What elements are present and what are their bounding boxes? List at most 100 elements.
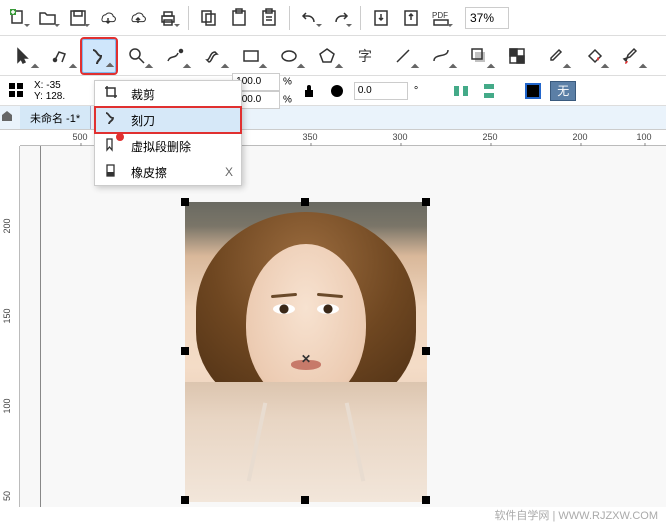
freehand-icon [165, 46, 185, 66]
cloud-down-button[interactable] [94, 4, 122, 32]
handle-bm[interactable] [301, 496, 309, 504]
new-file-icon [8, 8, 28, 28]
fill-tool[interactable] [576, 39, 610, 73]
text-icon: 字 [355, 46, 375, 66]
flyout-label: 刻刀 [131, 112, 155, 129]
import-icon [371, 8, 391, 28]
canvas-area: 500400350300250200100 20015010050 ✕ [0, 130, 666, 507]
flyout-crop[interactable]: 裁剪 [95, 81, 241, 107]
copy-icon [199, 8, 219, 28]
crop-icon [103, 84, 121, 104]
import-button[interactable] [367, 4, 395, 32]
clipboard-button[interactable] [255, 4, 283, 32]
export-button[interactable] [397, 4, 425, 32]
handle-tm[interactable] [301, 198, 309, 206]
artistic-tool[interactable] [196, 39, 230, 73]
svg-text:字: 字 [358, 48, 372, 64]
zoom-icon [127, 46, 147, 66]
flyout-eraser[interactable]: 橡皮擦 X [95, 159, 241, 185]
pdf-button[interactable]: PDF [427, 4, 455, 32]
home-tab-icon[interactable] [0, 108, 20, 128]
virtual-delete-icon [103, 136, 121, 156]
zoom-input[interactable] [465, 7, 509, 29]
shape-node-icon [51, 46, 71, 66]
eyedropper-tool[interactable] [538, 39, 572, 73]
zoom-tool[interactable] [120, 39, 154, 73]
transparency-tool[interactable] [500, 39, 534, 73]
curve-icon [431, 46, 451, 66]
shadow-icon [469, 46, 489, 66]
flyout-label: 裁剪 [131, 86, 155, 103]
redo-icon [330, 8, 350, 28]
standard-toolbar: PDF [0, 0, 666, 36]
dropshadow-tool[interactable] [462, 39, 496, 73]
angle-input[interactable] [354, 82, 408, 100]
degree-label: ° [414, 85, 418, 97]
line-tool[interactable] [386, 39, 420, 73]
flyout-knife[interactable]: 刻刀 [95, 107, 241, 133]
outline-tool[interactable] [614, 39, 648, 73]
checker-icon [507, 46, 527, 66]
open-file-button[interactable] [34, 4, 62, 32]
object-position-icon [6, 80, 28, 102]
pdf-icon: PDF [431, 8, 451, 28]
no-fill-button[interactable]: 无 [550, 81, 576, 101]
freehand-tool[interactable] [158, 39, 192, 73]
flyout-label: 橡皮擦 [131, 164, 167, 181]
rectangle-tool[interactable] [234, 39, 268, 73]
undo-button[interactable] [296, 4, 324, 32]
cloud-up-icon [128, 8, 148, 28]
crop-tool[interactable] [82, 39, 116, 73]
crop-knife-icon [89, 46, 109, 66]
line-icon [393, 46, 413, 66]
export-icon [401, 8, 421, 28]
print-button[interactable] [154, 4, 182, 32]
ellipse-tool[interactable] [272, 39, 306, 73]
text-tool[interactable]: 字 [348, 39, 382, 73]
coords: X: -35 Y: 128. [34, 80, 65, 102]
pen-icon [621, 46, 641, 66]
handle-mr[interactable] [422, 347, 430, 355]
toolbox: 字 [0, 36, 666, 76]
knife-icon [103, 110, 121, 130]
flyout-virtual-delete[interactable]: 虚拟段删除 [95, 133, 241, 159]
flyout-label: 虚拟段删除 [131, 138, 191, 155]
watermark: 软件自学网 | WWW.RJZXW.COM [494, 507, 658, 523]
wrap-button[interactable] [522, 80, 544, 102]
paste-button[interactable] [225, 4, 253, 32]
handle-ml[interactable] [181, 347, 189, 355]
new-file-button[interactable] [4, 4, 32, 32]
cloud-down-icon [98, 8, 118, 28]
handle-tl[interactable] [181, 198, 189, 206]
mirror-h-button[interactable] [450, 80, 472, 102]
curve-tool[interactable] [424, 39, 458, 73]
clipboard-icon [259, 8, 279, 28]
undo-icon [300, 8, 320, 28]
rotate-icon [326, 80, 348, 102]
document-tab[interactable]: 未命名 -1* [20, 106, 91, 129]
mirror-v-button[interactable] [478, 80, 500, 102]
ruler-vertical: 20015010050 [0, 146, 20, 507]
handle-br[interactable] [422, 496, 430, 504]
cloud-up-button[interactable] [124, 4, 152, 32]
selected-image[interactable]: ✕ [185, 202, 427, 502]
polygon-icon [317, 46, 337, 66]
handle-bl[interactable] [181, 496, 189, 504]
copy-button[interactable] [195, 4, 223, 32]
handle-tr[interactable] [422, 198, 430, 206]
redo-button[interactable] [326, 4, 354, 32]
arrow-icon [13, 46, 33, 66]
center-marker-icon: ✕ [301, 352, 311, 366]
bucket-icon [583, 46, 603, 66]
save-icon [68, 8, 88, 28]
pick-tool[interactable] [6, 39, 40, 73]
save-button[interactable] [64, 4, 92, 32]
eyedropper-icon [545, 46, 565, 66]
canvas[interactable]: ✕ [20, 146, 666, 507]
open-folder-icon [38, 8, 58, 28]
shape-tool[interactable] [44, 39, 78, 73]
eraser-icon [103, 162, 121, 182]
polygon-tool[interactable] [310, 39, 344, 73]
svg-text:PDF: PDF [432, 11, 448, 20]
lock-ratio-icon[interactable] [298, 80, 320, 102]
